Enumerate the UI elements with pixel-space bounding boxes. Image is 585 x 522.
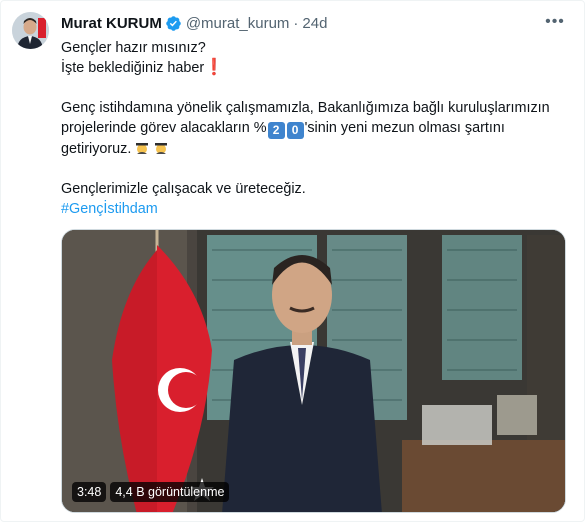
more-options-icon[interactable]: ••• [544,11,566,33]
graduate-man-emoji-icon [153,140,169,156]
author-name[interactable]: Murat KURUM [61,15,162,32]
author-handle[interactable]: @murat_kurum [186,15,290,32]
keycap-emoji: 0 [286,121,304,139]
tweet-card[interactable]: Murat KURUM @murat_kurum · 24d Gençler h… [0,0,585,522]
video-views: 4,4 B görüntülenme [110,482,230,502]
tweet-text: Gençler hazır mısınız? İşte beklediğiniz… [61,38,566,219]
graduate-woman-emoji-icon [134,140,150,156]
video-thumbnail [62,230,565,512]
separator-dot: · [293,14,299,32]
tweet-paragraph: Genç istihdamına yönelik çalışmamızla, B… [61,98,566,159]
exclamation-emoji-icon: ❗ [204,59,225,76]
tweet-line: Gençler hazır mısınız? [61,40,206,56]
tweet-line: İşte beklediğiniz haber❗ [61,58,566,78]
tweet-timestamp[interactable]: 24d [302,15,327,32]
avatar[interactable] [12,12,49,49]
tweet-line-text: İşte beklediğiniz haber [61,60,205,76]
tweet-header: Murat KURUM @murat_kurum · 24d [61,13,566,33]
video-overlay: 3:48 4,4 B görüntülenme [72,482,230,502]
keycap-emoji: 2 [267,121,285,139]
video-duration: 3:48 [72,482,107,502]
video-player[interactable]: 3:48 4,4 B görüntülenme [61,229,566,513]
tweet-line: Gençlerimizle çalışacak ve üreteceğiz. [61,180,306,197]
hashtag-link[interactable]: #Gençİstihdam [61,201,158,217]
verified-badge-icon [165,15,182,32]
